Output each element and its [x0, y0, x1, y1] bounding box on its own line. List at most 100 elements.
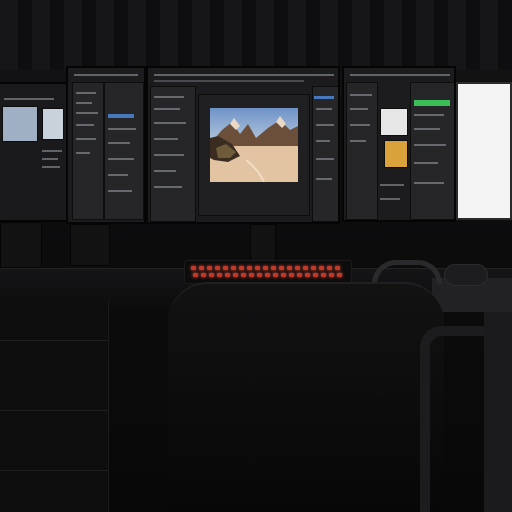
panel-line — [380, 184, 404, 186]
selected-row — [108, 114, 134, 118]
panel-line — [42, 166, 60, 168]
menu-bar — [74, 74, 138, 76]
panel-line — [42, 150, 62, 152]
back-wall — [0, 0, 512, 70]
panel-line — [414, 182, 444, 184]
panel-line — [108, 190, 132, 192]
menu-bar — [154, 74, 334, 76]
panel-line — [414, 128, 440, 130]
panel-line — [154, 138, 178, 140]
left-monitor — [66, 66, 146, 224]
panel-line — [316, 140, 330, 142]
monitor-stand — [0, 222, 42, 268]
panel-line — [76, 112, 98, 114]
landscape-image-icon — [210, 116, 298, 182]
menu-bar — [350, 74, 450, 76]
key — [271, 266, 276, 270]
panel-line — [76, 124, 94, 126]
key — [313, 273, 318, 277]
desk-cabinet — [0, 300, 109, 512]
cabinet-drawer-edge — [0, 470, 108, 471]
highlight-bar — [414, 100, 450, 106]
key — [329, 273, 334, 277]
workspace-scene — [0, 0, 512, 512]
key — [201, 273, 206, 277]
panel-line — [350, 124, 370, 126]
panel-line — [76, 152, 90, 154]
key — [311, 266, 316, 270]
far-left-monitor — [0, 82, 68, 222]
panel-line — [76, 102, 92, 104]
key — [297, 273, 302, 277]
thumbnail-panel — [384, 140, 408, 168]
panel-line — [154, 96, 184, 98]
panel-line — [316, 124, 334, 126]
panel-line — [316, 108, 332, 110]
panel-line — [76, 92, 96, 94]
bright-monitor — [456, 82, 512, 220]
panel-line — [316, 158, 334, 160]
key — [289, 273, 294, 277]
side-surface — [484, 312, 512, 512]
key — [233, 273, 238, 277]
key — [321, 273, 326, 277]
cabinet-drawer-edge — [0, 410, 108, 411]
key — [223, 266, 228, 270]
key — [193, 273, 198, 277]
key — [319, 266, 324, 270]
key — [287, 266, 292, 270]
office-chair — [168, 282, 444, 512]
panel-line — [154, 154, 184, 156]
headphones — [372, 260, 442, 284]
selected-row — [314, 96, 334, 99]
key — [191, 266, 196, 270]
menu-bar — [4, 98, 54, 100]
right-monitor — [342, 66, 456, 222]
key — [209, 273, 214, 277]
panel-line — [108, 158, 134, 160]
panel-line — [350, 94, 372, 96]
panel-line — [414, 144, 446, 146]
chair-armrest — [420, 326, 484, 512]
layers-panel — [346, 82, 378, 220]
key — [263, 266, 268, 270]
mini-photo-panel — [2, 106, 38, 142]
key — [231, 266, 236, 270]
key — [273, 273, 278, 277]
panel-line — [414, 162, 438, 164]
key — [247, 266, 252, 270]
key — [239, 266, 244, 270]
panel-line — [42, 158, 58, 160]
panel-line — [350, 108, 368, 110]
key — [279, 266, 284, 270]
key — [241, 273, 246, 277]
key — [295, 266, 300, 270]
thumbnail-panel — [380, 108, 408, 136]
key — [199, 266, 204, 270]
panel-line — [108, 128, 136, 130]
panel-line — [380, 198, 400, 200]
key — [337, 273, 342, 277]
panel-line — [154, 186, 182, 188]
key — [255, 266, 260, 270]
panel-line — [76, 138, 96, 140]
options-bar — [154, 80, 304, 82]
key — [281, 273, 286, 277]
mouse — [444, 264, 488, 286]
properties-panel — [104, 82, 144, 220]
panel-line — [350, 140, 366, 142]
key — [207, 266, 212, 270]
key — [335, 266, 340, 270]
panel-line — [414, 114, 444, 116]
center-monitor — [146, 66, 340, 224]
panel-line — [316, 178, 332, 180]
panel-line — [154, 122, 186, 124]
key — [215, 266, 220, 270]
keyboard — [184, 260, 352, 284]
mini-photo-panel — [42, 108, 64, 140]
cabinet-drawer-edge — [0, 340, 108, 341]
panel-line — [154, 170, 176, 172]
key — [305, 273, 310, 277]
key — [217, 273, 222, 277]
monitor-stand — [70, 224, 110, 266]
